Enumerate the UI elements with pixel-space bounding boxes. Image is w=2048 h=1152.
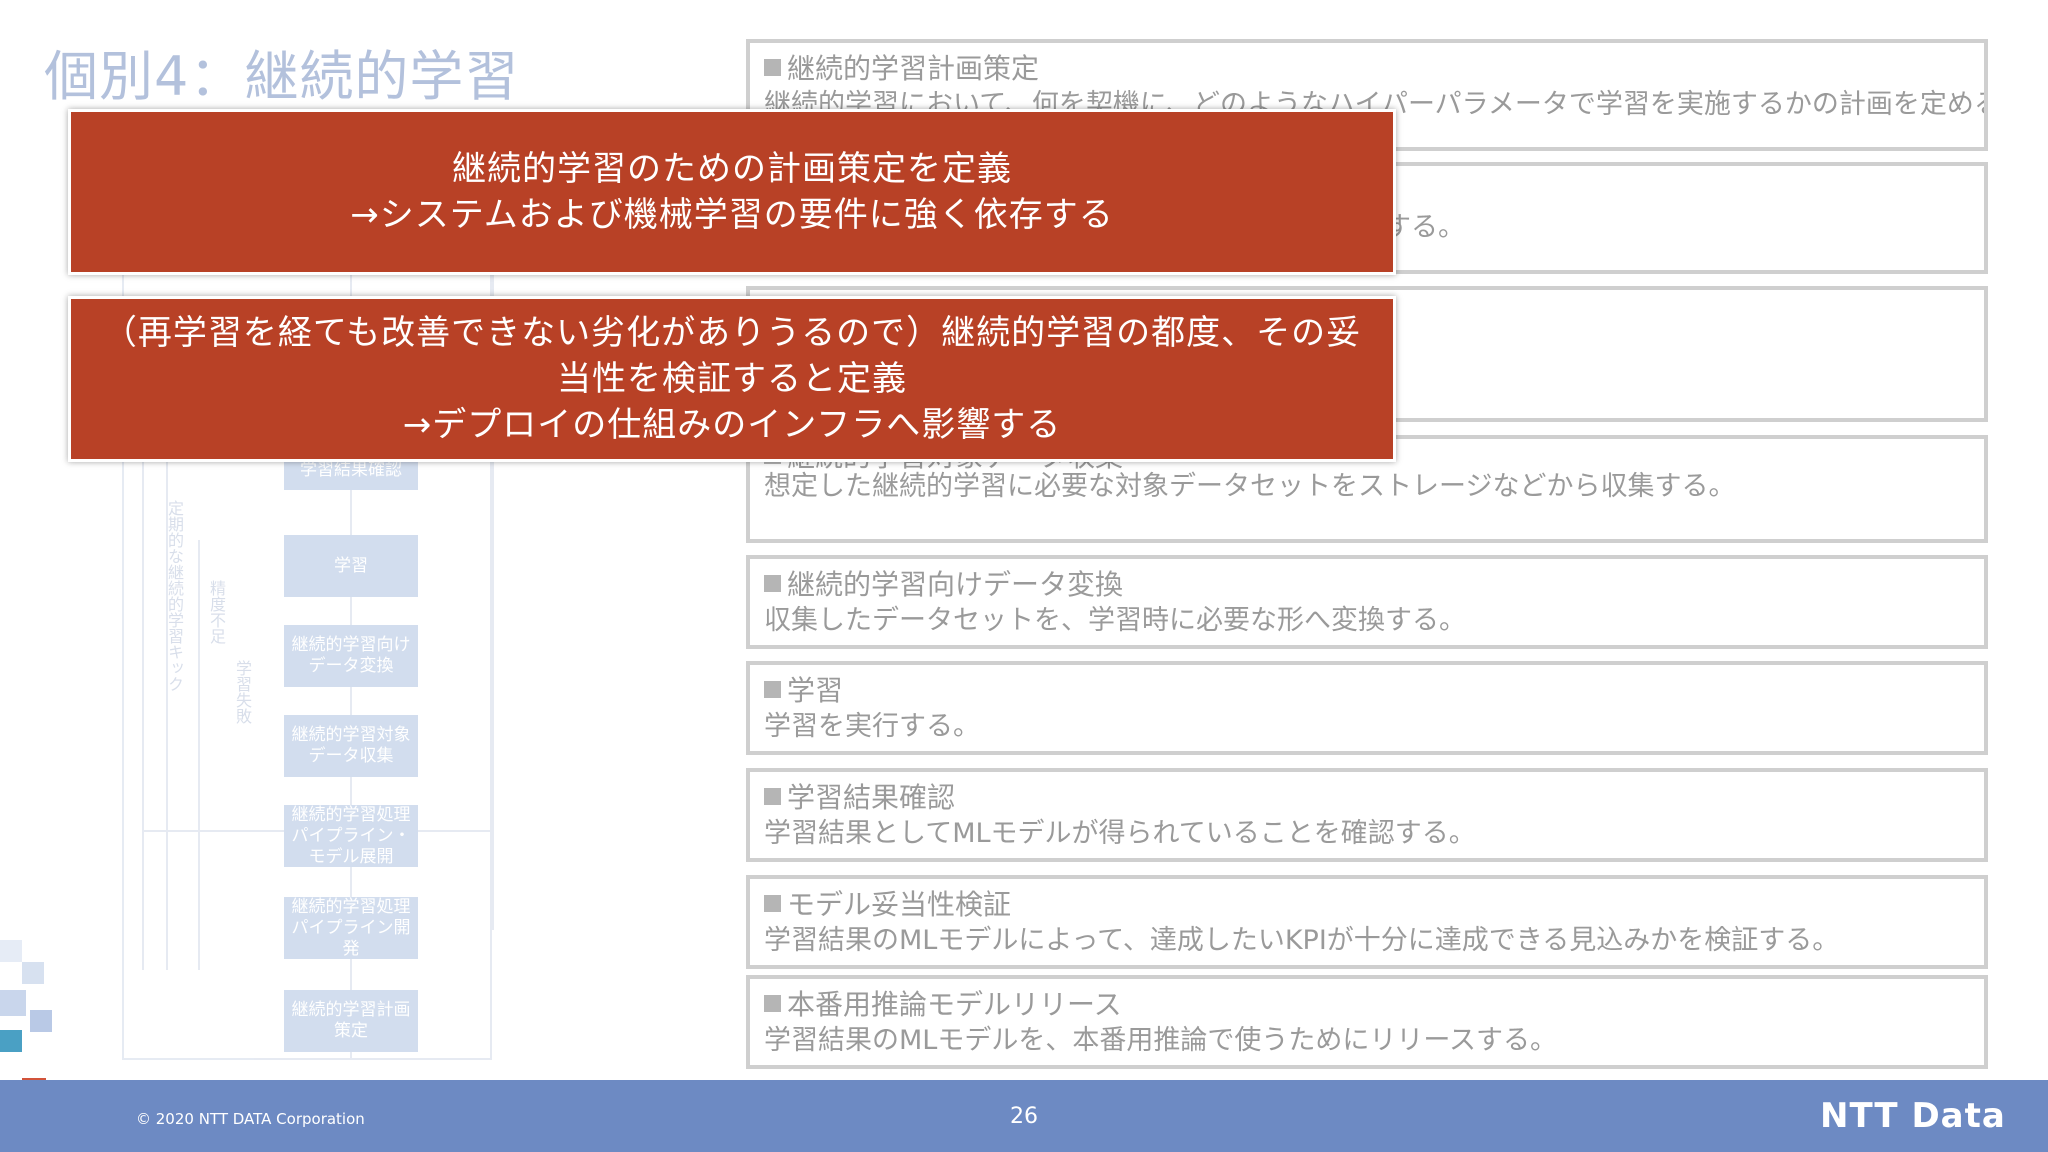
loop-line xyxy=(418,830,492,832)
step-box: 学習 学習を実行する。 xyxy=(746,661,1988,755)
callout-line: →デプロイの仕組みのインフラへ影響する xyxy=(402,405,1062,445)
step-box: 本番用推論モデルリリース 学習結果のMLモデルを、本番用推論で使うためにリリース… xyxy=(746,975,1988,1069)
step-box: モデル妥当性検証 学習結果のMLモデルによって、達成したいKPIが十分に達成でき… xyxy=(746,875,1988,969)
callout-line: 継続的学習のための計画策定を定義 xyxy=(452,149,1012,189)
node-pipeline-dev: 継続的学習処理パイプライン開発 xyxy=(284,897,418,959)
step-description: 学習結果としてMLモデルが得られていることを確認する。 xyxy=(764,818,1476,849)
process-flow-diagram: 定期的な継続的学習キック 精度不足 学習失敗 学習結果確認 学習 継続的学習向け… xyxy=(122,140,497,1065)
loop-line xyxy=(142,830,284,832)
step-heading: 学習 xyxy=(787,674,844,707)
bullet-square-icon xyxy=(764,681,781,698)
node-plan: 継続的学習計画策定 xyxy=(284,990,418,1052)
callout-line: 当性を検証すると定義 xyxy=(557,359,907,399)
node-pipeline-deploy: 継続的学習処理パイプライン・モデル展開 xyxy=(284,805,418,867)
side-label: 学習失敗 xyxy=(233,660,252,724)
step-heading: モデル妥当性検証 xyxy=(787,888,1012,921)
bullet-square-icon xyxy=(764,788,781,805)
step-description: 学習結果のMLモデルによって、達成したいKPIが十分に達成できる見込みかを検証す… xyxy=(764,925,1840,956)
step-heading: 学習結果確認 xyxy=(787,781,956,814)
step-box: 学習結果確認 学習結果としてMLモデルが得られていることを確認する。 xyxy=(746,768,1988,862)
step-description: 学習結果のMLモデルを、本番用推論で使うためにリリースする。 xyxy=(764,1025,1557,1056)
loop-line xyxy=(198,540,200,970)
callout-plan: 継続的学習のための計画策定を定義 →システムおよび機械学習の要件に強く依存する xyxy=(68,109,1396,275)
step-heading: 継続的学習計画策定 xyxy=(787,52,1040,85)
callout-validation: （再学習を経ても改善できない劣化がありうるので）継続的学習の都度、その妥 当性を… xyxy=(68,296,1396,462)
step-description: 想定した継続的学習に必要な対象データセットをストレージなどから収集する。 xyxy=(764,471,1736,502)
step-heading: 本番用推論モデルリリース xyxy=(787,988,1122,1021)
page-number: 26 xyxy=(1010,1104,1038,1129)
step-description: 学習を実行する。 xyxy=(764,711,980,742)
ntt-data-logo: NTT Data xyxy=(1820,1096,2006,1136)
side-label: 精度不足 xyxy=(207,580,226,644)
step-description: 収集したデータセットを、学習時に必要な形へ変換する。 xyxy=(764,605,1466,636)
copyright: © 2020 NTT DATA Corporation xyxy=(136,1110,365,1128)
bullet-square-icon xyxy=(764,995,781,1012)
callout-line: →システムおよび機械学習の要件に強く依存する xyxy=(350,195,1114,235)
side-label: 定期的な継続的学習キック xyxy=(165,500,184,692)
bullet-square-icon xyxy=(764,895,781,912)
bullet-square-icon xyxy=(764,575,781,592)
node-data-collect: 継続的学習対象データ収集 xyxy=(284,715,418,777)
slide-title: 個別4：継続的学習 xyxy=(44,45,520,108)
callout-line: （再学習を経ても改善できない劣化がありうるので）継続的学習の都度、その妥 xyxy=(102,313,1362,353)
node-data-transform: 継続的学習向けデータ変換 xyxy=(284,625,418,687)
step-box: 継続的学習向けデータ変換 収集したデータセットを、学習時に必要な形へ変換する。 xyxy=(746,555,1988,649)
bullet-square-icon xyxy=(764,59,781,76)
node-training: 学習 xyxy=(284,535,418,597)
step-heading: 継続的学習向けデータ変換 xyxy=(787,568,1124,601)
